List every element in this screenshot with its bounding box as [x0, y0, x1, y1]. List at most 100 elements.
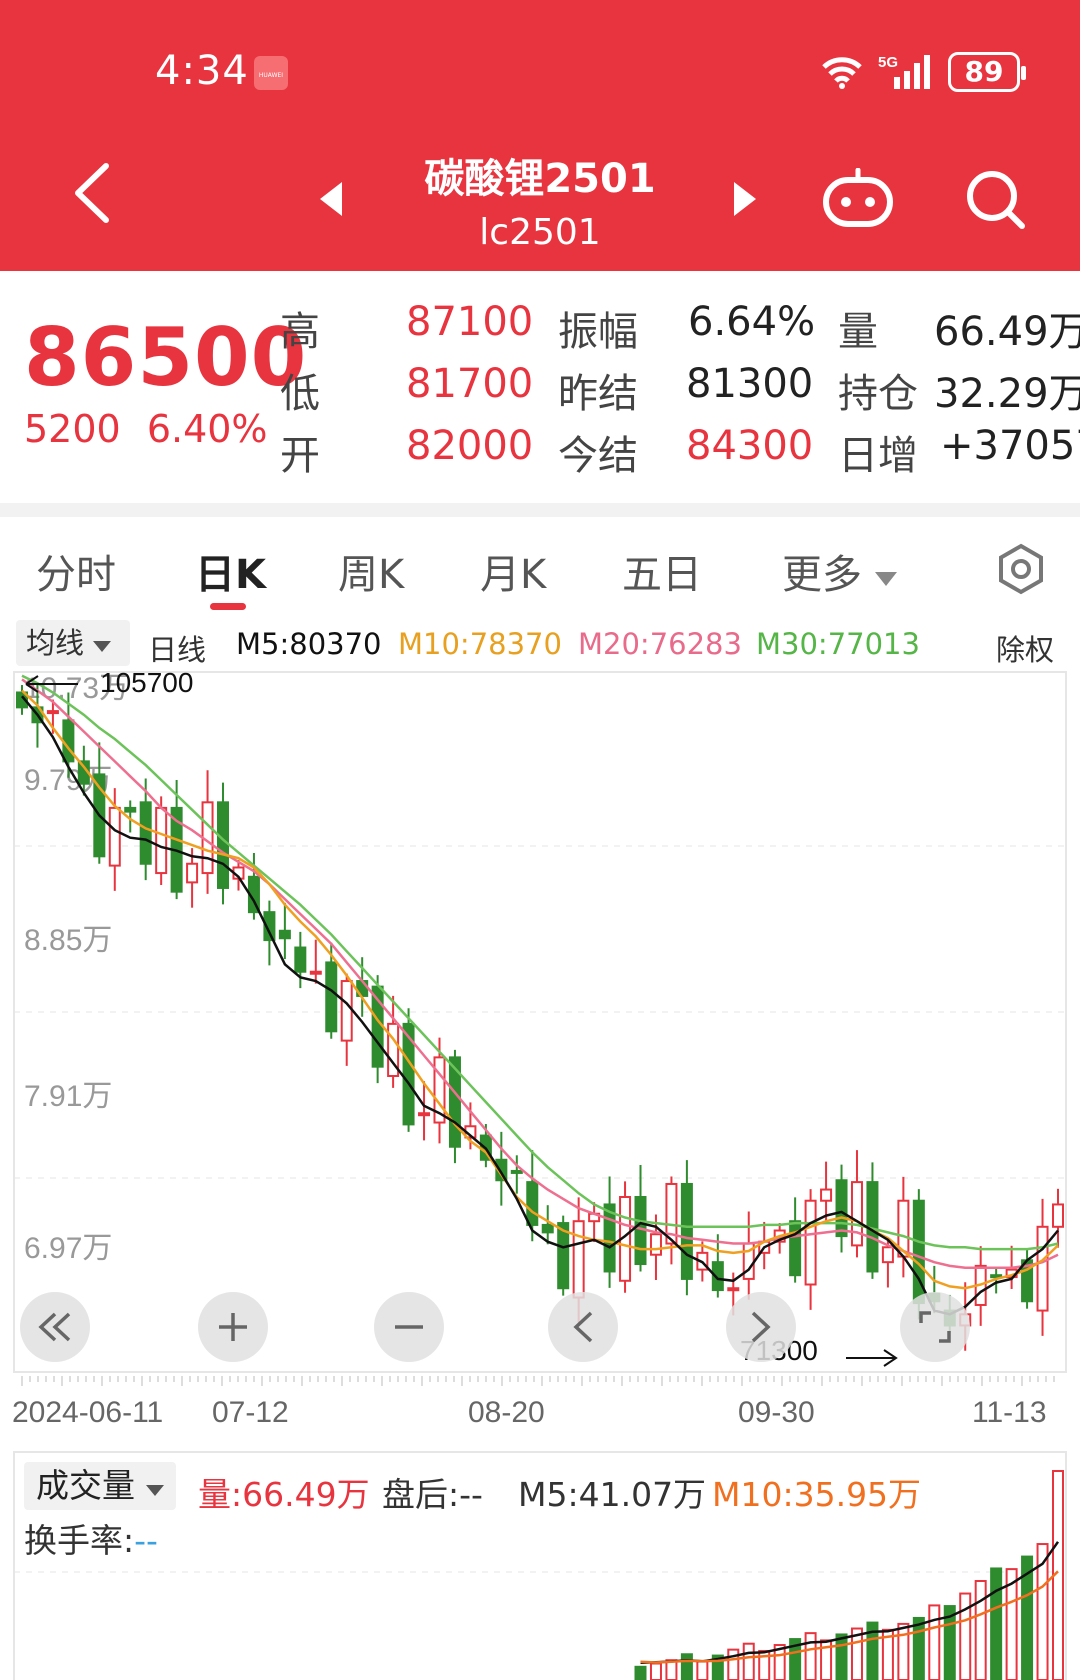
chevron-down-icon: [874, 572, 897, 586]
candle-body: [850, 1181, 863, 1247]
volume-svg: [13, 1451, 1067, 1680]
candle-body: [804, 1199, 817, 1286]
tab-daily-k[interactable]: 日K: [195, 542, 266, 600]
value-open-interest: 32.29万: [934, 371, 1080, 417]
price-change: 5200 6.40%: [24, 407, 268, 451]
candle-body: [820, 1188, 833, 1202]
x-tick-label: 08-20: [468, 1396, 545, 1429]
ma20-value: M20:76283: [578, 627, 742, 661]
scroll-start-button[interactable]: [20, 1292, 90, 1362]
ma10-value: M10:78370: [398, 627, 562, 661]
ma30-value: M30:77013: [756, 627, 920, 661]
minus-icon: [395, 1325, 423, 1329]
kline-chart[interactable]: 10.73万 9.79万 8.85万 7.91万 6.97万 2024-06-11 07-…: [0, 667, 1080, 1430]
chevron-down-icon: [93, 641, 112, 652]
huawei-notification-icon: HUAWEI: [254, 56, 288, 90]
label-amplitude: 振幅: [558, 309, 638, 355]
x-tick-label: 07-12: [212, 1396, 289, 1429]
expand-icon: [919, 1311, 951, 1343]
ma-indicator-bar: 均线 日线 M5:80370 M10:78370 M20:76283 M30:7…: [0, 618, 1080, 670]
tab-more[interactable]: 更多: [782, 542, 897, 600]
indicator-select-label: 均线: [26, 626, 85, 660]
settings-hexagon-icon[interactable]: [995, 543, 1047, 595]
label-daily-increase: 日增: [838, 433, 918, 479]
zoom-out-button[interactable]: [374, 1292, 444, 1362]
candle-body: [62, 719, 75, 763]
candle-body: [526, 1181, 539, 1226]
change-percent: 6.40%: [146, 407, 268, 451]
candle-body: [572, 1220, 585, 1299]
change-value: 5200: [24, 407, 121, 451]
candle-body: [46, 710, 59, 715]
volume-bar: [634, 1665, 647, 1680]
search-icon[interactable]: [964, 168, 1028, 232]
zoom-in-button[interactable]: [198, 1292, 268, 1362]
candle-body: [510, 1169, 523, 1174]
candle-body: [881, 1246, 894, 1264]
candle-body: [603, 1203, 616, 1273]
next-contract-icon[interactable]: [732, 182, 756, 216]
indicator-select[interactable]: 均线: [16, 620, 130, 666]
label-open: 开: [280, 433, 320, 479]
scroll-left-button[interactable]: [548, 1292, 618, 1362]
y-tick-label: 6.97万: [24, 1232, 112, 1265]
contract-name: 碳酸锂2501: [424, 156, 656, 202]
last-price: 86500: [24, 311, 308, 404]
ma30-line: [21, 674, 1059, 1251]
label-low: 低: [280, 371, 320, 417]
label-settle: 今结: [558, 433, 638, 479]
x-tick-label: 11-13: [972, 1396, 1047, 1429]
fullscreen-button[interactable]: [900, 1292, 970, 1362]
wifi-icon: [822, 57, 862, 89]
adjust-label[interactable]: 除权: [996, 627, 1054, 669]
candle-body: [789, 1220, 802, 1277]
volume-bar: [696, 1660, 709, 1680]
value-daily-increase: +37057: [940, 423, 1080, 469]
contract-code: lc2501: [479, 212, 601, 253]
double-chevron-left-icon: [38, 1312, 71, 1342]
tab-more-label: 更多: [782, 552, 862, 598]
x-tick-label: 09-30: [738, 1396, 815, 1429]
plus-icon: [219, 1313, 247, 1341]
label-high: 高: [280, 309, 320, 355]
high-price-label: 105700: [100, 670, 193, 698]
signal-5g-icon: 5G: [878, 54, 930, 89]
tab-intraday[interactable]: 分时: [36, 542, 116, 600]
volume-bar: [742, 1642, 755, 1680]
label-open-interest: 持仓: [838, 371, 918, 417]
y-tick-label: 8.85万: [24, 924, 112, 957]
scroll-right-button[interactable]: [726, 1292, 796, 1362]
label-volume: 量: [838, 309, 878, 355]
volume-chart[interactable]: [0, 1450, 1080, 1680]
volume-bar: [897, 1622, 910, 1680]
candle-body: [108, 806, 121, 867]
candle-body: [309, 970, 322, 975]
volume-bar: [928, 1604, 941, 1680]
candle-body: [217, 801, 230, 889]
tab-monthly-k[interactable]: 月K: [480, 542, 546, 600]
value-prev-settle: 81300: [686, 361, 814, 407]
candle-body: [278, 929, 291, 940]
volume-bar: [649, 1662, 662, 1680]
value-open: 82000: [406, 423, 534, 469]
volume-bar: [912, 1616, 925, 1680]
candle-body: [418, 1112, 431, 1117]
candle-body: [186, 862, 199, 884]
status-time: 4:34: [155, 48, 249, 94]
candle-body: [155, 806, 168, 875]
y-tick-label: 7.91万: [24, 1080, 112, 1113]
candle-body: [541, 1223, 554, 1234]
value-volume: 66.49万: [934, 309, 1080, 355]
label-prev-settle: 昨结: [558, 371, 638, 417]
value-high: 87100: [406, 299, 534, 345]
ma5-value: M5:80370: [236, 627, 382, 661]
quote-row-high: 高: [280, 299, 320, 357]
tab-weekly-k[interactable]: 周K: [338, 542, 404, 600]
low-arrow-icon: [846, 1349, 898, 1367]
status-icons: 5G 89: [820, 52, 1026, 92]
volume-bar: [990, 1567, 1003, 1680]
candle-body: [402, 1022, 415, 1126]
battery-indicator: 89: [948, 52, 1026, 92]
tab-five-day[interactable]: 五日: [622, 542, 702, 600]
assistant-robot-icon[interactable]: [822, 168, 894, 228]
